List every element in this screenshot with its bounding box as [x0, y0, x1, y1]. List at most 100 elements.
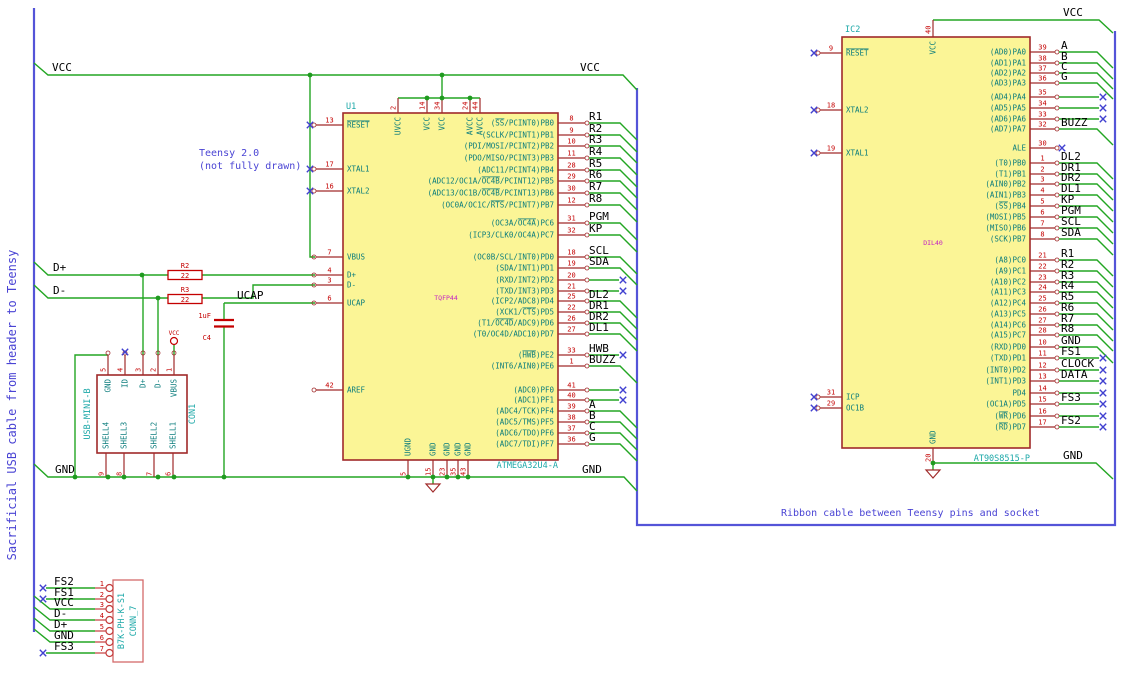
pin-number: 17 — [1038, 419, 1046, 427]
pin-name: (ADC7/TDI)PF7 — [495, 440, 554, 449]
pin-end — [815, 394, 821, 400]
pin-number: 15 — [425, 468, 433, 476]
net-label: GND — [1063, 449, 1083, 462]
net-label: DL1 — [589, 321, 609, 334]
pin-name: XTAL1 — [347, 165, 370, 174]
pin-number: 1 — [1040, 155, 1044, 163]
pin-number: 23 — [1038, 274, 1046, 282]
pin-number: 22 — [567, 304, 575, 312]
pin-name: (OC3A/OC4A)PC6 — [491, 219, 555, 228]
pin-number: 31 — [827, 389, 835, 397]
pin-name: UCAP — [347, 299, 366, 308]
pin-name: XTAL2 — [347, 187, 370, 196]
junction-dot — [307, 72, 313, 78]
pin-circle — [105, 583, 114, 593]
pin-number: 38 — [567, 414, 575, 422]
pin-number: 37 — [1038, 65, 1046, 73]
pin-number: 7 — [327, 249, 331, 257]
pin-number: 3 — [135, 368, 143, 372]
pin-number: 2 — [1040, 166, 1044, 174]
pin-number: 4 — [100, 612, 104, 620]
pin-number: 29 — [567, 173, 575, 181]
component-ic2-reference: IC2 — [845, 25, 860, 35]
junction-dot — [930, 460, 936, 466]
pin-number: 3 — [100, 601, 104, 609]
pin-end — [1054, 424, 1060, 430]
pin-name: (RD)PD7 — [994, 423, 1026, 432]
pin-end — [1054, 49, 1060, 55]
component-con1-value: USB-MINI-B — [83, 388, 93, 439]
pin-end — [1054, 289, 1060, 295]
pin-number: 27 — [567, 326, 575, 334]
net-label: GND — [582, 463, 602, 476]
component-u1-footprint-label: TQFP44 — [434, 294, 458, 302]
pin-number: 7 — [100, 645, 104, 653]
wire — [933, 462, 1114, 480]
pin-number: 43 — [460, 468, 468, 476]
net-label: BUZZ — [589, 353, 616, 366]
no-connect-icon — [619, 386, 627, 394]
pin-number: 14 — [419, 102, 427, 110]
pin-name: (A11)PC3 — [990, 288, 1026, 297]
no-connect-icon — [1099, 115, 1107, 123]
pin-end — [1054, 401, 1060, 407]
net-label: VCC — [52, 61, 72, 74]
no-connect-icon — [1099, 354, 1107, 362]
pin-end — [1054, 94, 1060, 100]
pin-number: 1 — [100, 580, 104, 588]
pin-number: 28 — [1038, 327, 1046, 335]
pin-name: UVCC — [394, 117, 403, 135]
pin-name: GND — [104, 379, 113, 393]
pin-end — [584, 277, 590, 283]
no-connect-icon — [619, 396, 627, 404]
pin-name: OC1B — [846, 404, 865, 413]
pin-number: 11 — [1038, 350, 1046, 358]
pin-number: 23 — [439, 468, 447, 476]
no-connect-icon — [1099, 389, 1107, 397]
pin-name: D+ — [139, 379, 148, 389]
pin-name: (AD6)PA6 — [990, 115, 1027, 124]
pin-name: (ADC4/TCK)PF4 — [495, 407, 554, 416]
pin-circle — [105, 637, 114, 647]
pin-name: (A12)PC4 — [990, 299, 1027, 308]
pin-end — [1054, 236, 1060, 242]
pin-number: 1 — [166, 368, 174, 372]
note-text: (not fully drawn) — [199, 161, 301, 172]
pin-name: (SCLK/PCINT1)PB1 — [482, 131, 554, 140]
pin-name: (RXD/INT2)PD2 — [495, 276, 554, 285]
resistor-r3-value: 22 — [181, 296, 189, 304]
pin-number: 12 — [567, 197, 575, 205]
pin-name: (A9)PC1 — [994, 267, 1026, 276]
pin-name: (RXD)PD0 — [990, 343, 1027, 352]
note-text: Ribbon cable between Teensy pins and soc… — [781, 508, 1040, 519]
pin-name: ID — [121, 379, 130, 389]
pin-number: 13 — [325, 117, 333, 125]
pin-name: (PDO/MISO/PCINT3)PB3 — [464, 154, 554, 163]
pin-end — [1054, 311, 1060, 317]
pin-name: VCC — [423, 117, 432, 131]
pin-name: (SCK)PB7 — [990, 235, 1026, 244]
schematic-canvas: U1 ATMEGA32U4-A TQFP44 13 RESET 17 XTAL1 16 XTAL… — [0, 0, 1131, 690]
pin-name: (AIN1)PB3 — [985, 191, 1026, 200]
pin-end — [1054, 300, 1060, 306]
pin-number: 6 — [327, 295, 331, 303]
no-connect-icon — [1099, 366, 1107, 374]
pin-end — [1054, 192, 1060, 198]
pin-number: 39 — [567, 403, 575, 411]
pin-number: 33 — [1038, 111, 1046, 119]
pin-number: 2 — [150, 368, 158, 372]
pin-name: (MOSI)PB5 — [985, 213, 1026, 222]
pin-number: 32 — [1038, 121, 1046, 129]
pin-number: 6 — [165, 472, 173, 476]
pin-end — [1054, 355, 1060, 361]
junction-dot — [155, 295, 161, 301]
pin-number: 8 — [1040, 231, 1044, 239]
pin-end — [1054, 257, 1060, 263]
pin-end — [1054, 60, 1060, 66]
pin-end — [1054, 268, 1060, 274]
net-label: BUZZ — [1061, 116, 1088, 129]
pin-number: 2 — [390, 106, 398, 110]
pin-number: 4 — [327, 267, 331, 275]
pin-name: XTAL1 — [846, 149, 869, 158]
pin-end — [1054, 171, 1060, 177]
